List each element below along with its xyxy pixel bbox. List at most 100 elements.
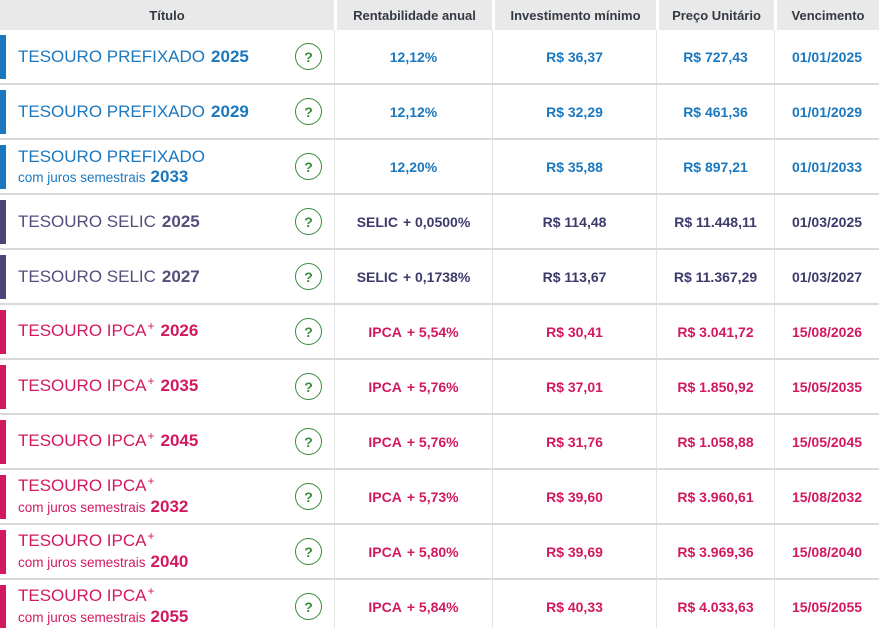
maturity-value: 15/05/2045 [791, 433, 863, 450]
rate-index-label: IPCA [368, 488, 402, 505]
min-investment-value: R$ 30,41 [546, 323, 603, 340]
table-row[interactable]: TESOURO SELIC 2027 ? SELIC + 0,1738% R$ 11… [0, 250, 879, 305]
bond-year: 2027 [161, 266, 200, 286]
bond-title-cell[interactable]: TESOURO IPCA+ 2026 ? [0, 305, 334, 358]
maturity-value: 01/01/2029 [791, 103, 863, 120]
bond-title-cell[interactable]: TESOURO IPCA+ com juros semestrais 2040 ? [0, 525, 334, 578]
table-row[interactable]: TESOURO PREFIXADO 2029 ? 12,12% R$ 32,29 … [0, 85, 879, 140]
min-investment-value: R$ 113,67 [542, 268, 607, 285]
annual-rate-cell: IPCA + 5,73% [334, 470, 492, 523]
bond-title: TESOURO SELIC 2025 [18, 212, 200, 232]
unit-price-value: R$ 461,36 [683, 103, 748, 120]
maturity-value: 15/08/2032 [791, 488, 863, 505]
maturity-cell: 15/05/2045 [774, 415, 879, 468]
unit-price-cell: R$ 4.033,63 [656, 580, 774, 628]
table-row[interactable]: TESOURO IPCA+ 2045 ? IPCA + 5,76% R$ 31,76… [0, 415, 879, 470]
maturity-value: 01/03/2027 [791, 268, 863, 285]
unit-price-value: R$ 3.969,36 [677, 543, 754, 560]
maturity-cell: 01/03/2025 [774, 195, 879, 248]
help-icon[interactable]: ? [295, 98, 322, 125]
min-investment-value: R$ 39,60 [546, 488, 603, 505]
min-investment-cell: R$ 113,67 [492, 250, 656, 303]
unit-price-cell: R$ 461,36 [656, 85, 774, 138]
help-icon[interactable]: ? [295, 428, 322, 455]
bond-name: TESOURO IPCA [18, 531, 147, 550]
unit-price-cell: R$ 897,21 [656, 140, 774, 193]
bond-title-cell[interactable]: TESOURO PREFIXADO 2029 ? [0, 85, 334, 138]
min-investment-cell: R$ 36,37 [492, 30, 656, 83]
help-icon[interactable]: ? [295, 153, 322, 180]
min-investment-value: R$ 36,37 [546, 48, 603, 65]
bond-title-cell[interactable]: TESOURO SELIC 2025 ? [0, 195, 334, 248]
bond-color-bar [0, 584, 6, 628]
bond-title-cell[interactable]: TESOURO IPCA+ com juros semestrais 2032 ? [0, 470, 334, 523]
bond-subtitle: com juros semestrais [18, 169, 146, 185]
min-investment-value: R$ 37,01 [546, 378, 603, 395]
bond-name: TESOURO PREFIXADO [18, 46, 206, 66]
table-row[interactable]: TESOURO PREFIXADO 2025 ? 12,12% R$ 36,37 … [0, 30, 879, 85]
bond-subtitle: com juros semestrais [18, 610, 146, 625]
annual-rate-cell: 12,12% [334, 30, 492, 83]
annual-rate-cell: IPCA + 5,54% [334, 305, 492, 358]
rate-index-label: IPCA [368, 543, 402, 560]
unit-price-cell: R$ 3.960,61 [656, 470, 774, 523]
help-icon[interactable]: ? [295, 263, 322, 290]
plus-superscript: + [147, 474, 155, 488]
maturity-cell: 01/01/2033 [774, 140, 879, 193]
bond-title: TESOURO IPCA+ com juros semestrais 2055 [18, 584, 188, 627]
bond-title-cell[interactable]: TESOURO PREFIXADO 2025 ? [0, 30, 334, 83]
help-icon[interactable]: ? [295, 483, 322, 510]
help-icon[interactable]: ? [295, 538, 322, 565]
unit-price-cell: R$ 3.041,72 [656, 305, 774, 358]
plus-superscript: + [147, 319, 155, 333]
column-header-investimento: Investimento mínimo [492, 0, 656, 30]
min-investment-value: R$ 114,48 [542, 213, 607, 230]
table-row[interactable]: TESOURO IPCA+ 2035 ? IPCA + 5,76% R$ 37,01… [0, 360, 879, 415]
rate-index-label: IPCA [368, 378, 402, 395]
help-icon[interactable]: ? [295, 593, 322, 620]
unit-price-value: R$ 11.367,29 [673, 268, 758, 285]
maturity-value: 01/03/2025 [791, 213, 863, 230]
bond-color-bar [0, 474, 6, 519]
bond-title: TESOURO SELIC 2027 [18, 267, 200, 287]
help-icon[interactable]: ? [295, 318, 322, 345]
table-row[interactable]: TESOURO IPCA+ com juros semestrais 2040 ?… [0, 525, 879, 580]
bond-title: TESOURO IPCA+ 2045 [18, 429, 198, 452]
annual-rate-cell: IPCA + 5,84% [334, 580, 492, 628]
bond-color-bar [0, 199, 6, 244]
maturity-value: 15/05/2035 [791, 378, 863, 395]
help-icon[interactable]: ? [295, 43, 322, 70]
bond-title: TESOURO PREFIXADO 2029 [18, 102, 249, 122]
bond-year: 2025 [161, 211, 200, 231]
unit-price-cell: R$ 1.850,92 [656, 360, 774, 413]
maturity-value: 15/05/2055 [791, 598, 863, 615]
annual-rate-cell: IPCA + 5,76% [334, 360, 492, 413]
table-row[interactable]: TESOURO IPCA+ 2026 ? IPCA + 5,54% R$ 30,41… [0, 305, 879, 360]
bond-title-cell[interactable]: TESOURO PREFIXADO com juros semestrais 20… [0, 140, 334, 193]
help-icon[interactable]: ? [295, 373, 322, 400]
table-row[interactable]: TESOURO IPCA+ com juros semestrais 2032 ?… [0, 470, 879, 525]
bond-title-cell[interactable]: TESOURO SELIC 2027 ? [0, 250, 334, 303]
bond-title-cell[interactable]: TESOURO IPCA+ com juros semestrais 2055 ? [0, 580, 334, 628]
table-row[interactable]: TESOURO IPCA+ com juros semestrais 2055 ?… [0, 580, 879, 628]
rate-value: + 5,84% [406, 598, 459, 615]
annual-rate-cell: IPCA + 5,76% [334, 415, 492, 468]
bond-title-cell[interactable]: TESOURO IPCA+ 2035 ? [0, 360, 334, 413]
table-row[interactable]: TESOURO SELIC 2025 ? SELIC + 0,0500% R$ 11… [0, 195, 879, 250]
help-icon[interactable]: ? [295, 208, 322, 235]
column-header-vencimento: Vencimento [774, 0, 879, 30]
table-header: Título Rentabilidade anual Investimento … [0, 0, 879, 30]
bond-title-cell[interactable]: TESOURO IPCA+ 2045 ? [0, 415, 334, 468]
table-row[interactable]: TESOURO PREFIXADO com juros semestrais 20… [0, 140, 879, 195]
bond-subtitle: com juros semestrais [18, 500, 146, 515]
unit-price-value: R$ 3.041,72 [677, 323, 754, 340]
rate-value: 12,20% [389, 158, 438, 175]
min-investment-cell: R$ 39,60 [492, 470, 656, 523]
unit-price-cell: R$ 727,43 [656, 30, 774, 83]
unit-price-cell: R$ 1.058,88 [656, 415, 774, 468]
unit-price-value: R$ 1.058,88 [677, 433, 754, 450]
table-body: TESOURO PREFIXADO 2025 ? 12,12% R$ 36,37 … [0, 30, 879, 628]
rate-index-label: IPCA [368, 433, 402, 450]
bond-year: 2026 [160, 321, 199, 340]
min-investment-value: R$ 39,69 [546, 543, 603, 560]
